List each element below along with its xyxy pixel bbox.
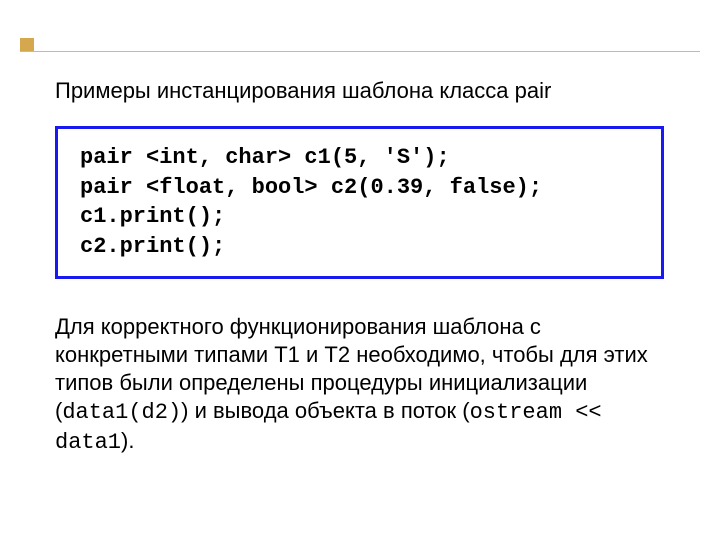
explanation-paragraph: Для корректного функционирования шаблона…	[55, 313, 670, 458]
accent-square	[20, 38, 34, 52]
code-line-4: c2.print();	[80, 234, 225, 259]
accent-underline	[20, 51, 700, 52]
para-text-3: ).	[121, 428, 134, 453]
code-line-2: pair <float, bool> c2(0.39, false);	[80, 175, 542, 200]
code-box: pair <int, char> c1(5, 'S'); pair <float…	[55, 126, 664, 279]
code-line-1: pair <int, char> c1(5, 'S');	[80, 145, 450, 170]
code-block: pair <int, char> c1(5, 'S'); pair <float…	[80, 143, 639, 262]
inline-code-1: data1(d2)	[62, 400, 181, 425]
slide-content: Примеры инстанцирования шаблона класса p…	[55, 78, 670, 458]
code-line-3: c1.print();	[80, 204, 225, 229]
para-text-2: ) и вывода объекта в поток (	[181, 398, 469, 423]
slide-heading: Примеры инстанцирования шаблона класса p…	[55, 78, 670, 104]
